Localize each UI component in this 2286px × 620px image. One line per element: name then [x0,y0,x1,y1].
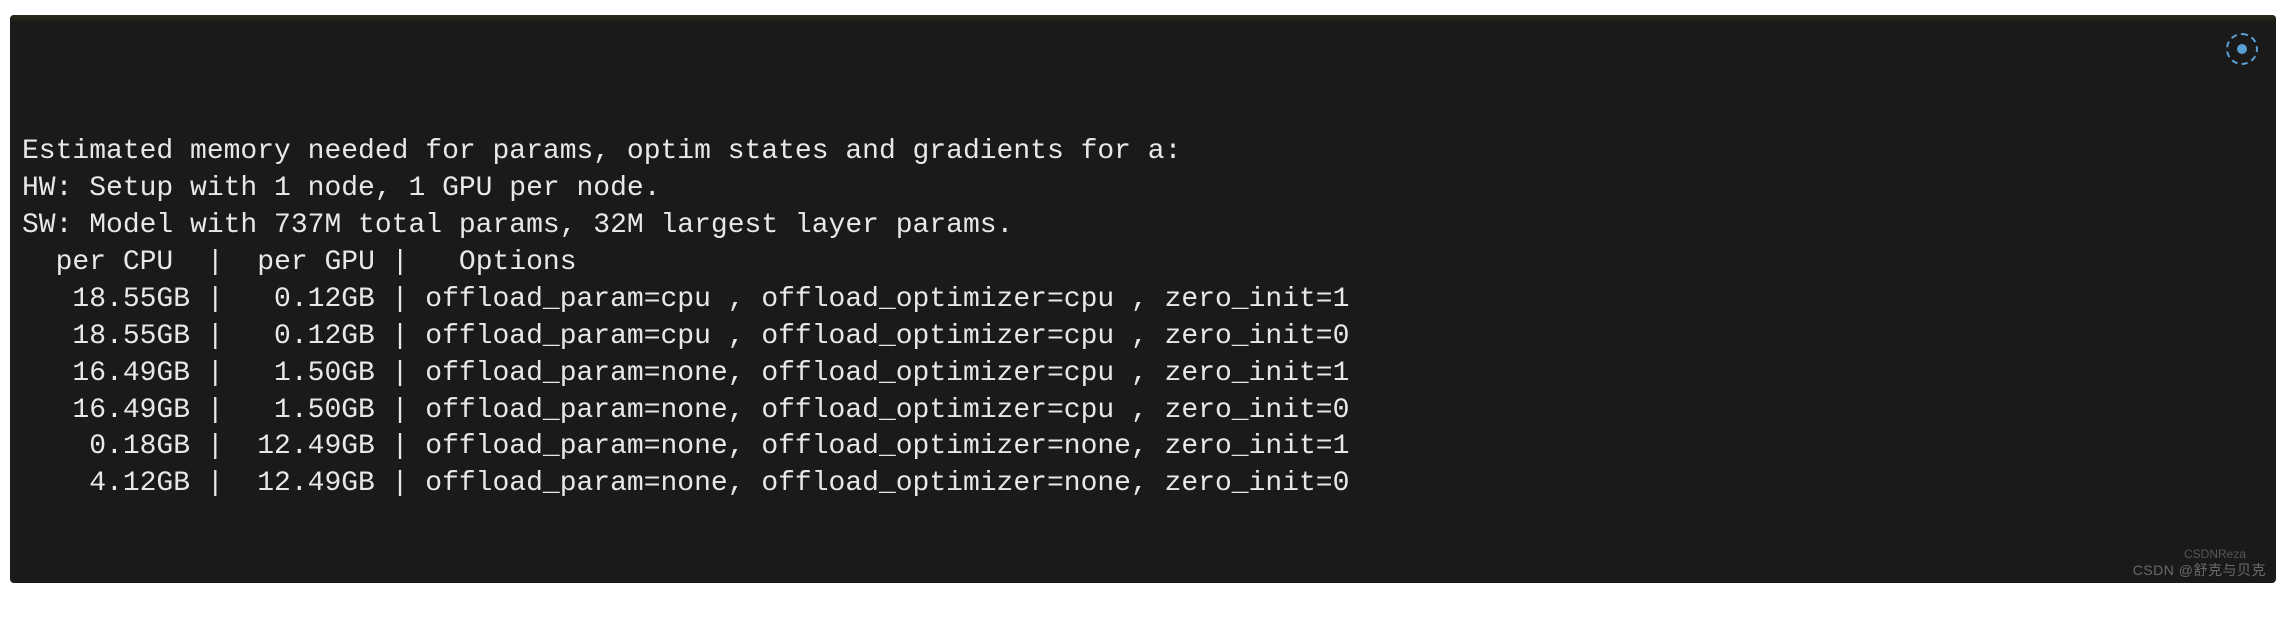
table-row: 18.55GB | 0.12GB | offload_param=cpu , o… [22,321,1349,352]
table-header: per CPU | per GPU | Options [22,247,577,278]
header-per-gpu: per GPU [224,247,392,278]
focus-icon[interactable] [2226,33,2258,65]
table-row: 16.49GB | 1.50GB | offload_param=none, o… [22,395,1349,426]
sw-text: SW: Model with 737M total params, 32M la… [22,210,1013,241]
terminal-output: Estimated memory needed for params, opti… [10,15,2276,583]
table-row: 4.12GB | 12.49GB | offload_param=none, o… [22,468,1349,499]
header-options: Options [409,247,577,278]
table-row: 0.18GB | 12.49GB | offload_param=none, o… [22,431,1349,462]
hw-text: HW: Setup with 1 node, 1 GPU per node. [22,173,661,204]
top-strip [10,15,2276,23]
watermark-bottom: CSDN @舒克与贝克 [2133,561,2266,579]
table-row: 16.49GB | 1.50GB | offload_param=none, o… [22,358,1349,389]
table-row: 18.55GB | 0.12GB | offload_param=cpu , o… [22,284,1349,315]
intro-text: Estimated memory needed for params, opti… [22,136,1181,167]
header-per-cpu: per CPU [22,247,207,278]
